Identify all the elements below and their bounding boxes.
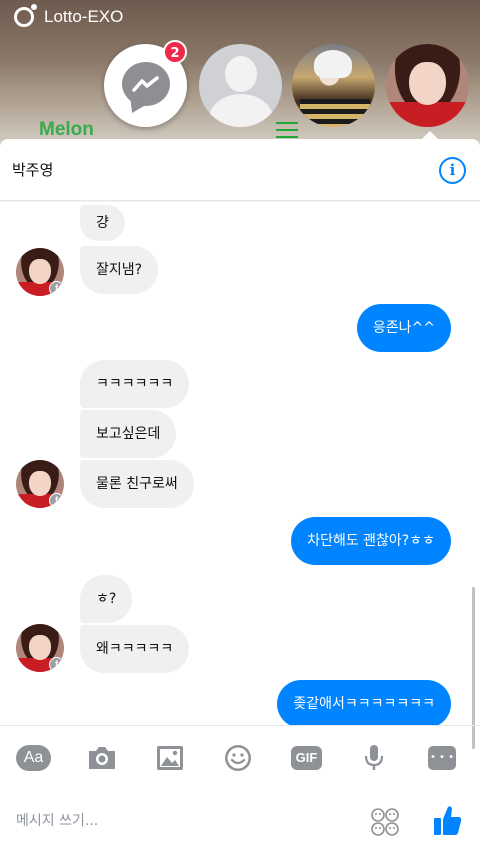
message-bubble-outgoing[interactable]: 좆같애서ㅋㅋㅋㅋㅋㅋㅋ bbox=[277, 680, 451, 725]
camera-icon[interactable] bbox=[85, 742, 119, 774]
contact-avatar: f bbox=[16, 248, 64, 296]
message-input[interactable] bbox=[16, 808, 356, 834]
status-app-name: Lotto-EXO bbox=[44, 7, 124, 26]
status-bar: Lotto-EXO bbox=[0, 0, 480, 34]
sticker-icon[interactable] bbox=[370, 807, 400, 837]
contact-avatar: f bbox=[16, 460, 64, 508]
chat-head-photo[interactable] bbox=[292, 44, 375, 127]
chat-head-default-avatar[interactable] bbox=[199, 44, 282, 127]
chat-head-active-contact[interactable] bbox=[386, 44, 469, 127]
melon-logo: Melon bbox=[39, 119, 94, 140]
message-bubble-incoming[interactable]: ㅋㅋㅋㅋㅋㅋ bbox=[80, 360, 190, 408]
facebook-badge-icon: f bbox=[49, 281, 64, 296]
message-bubble-incoming[interactable]: 걍 bbox=[80, 205, 125, 241]
message-bubble-incoming[interactable]: ㅎ? bbox=[80, 575, 133, 623]
hamburger-menu-icon bbox=[276, 122, 298, 138]
chat-window: 박주영 i 걍 잘지냄? f 응존나^^ ㅋㅋㅋㅋㅋㅋ 보고싶은데 물론 친구로… bbox=[0, 139, 480, 853]
chat-header: 박주영 i bbox=[0, 139, 480, 201]
facebook-badge-icon: f bbox=[49, 493, 64, 508]
more-icon[interactable] bbox=[428, 746, 456, 770]
contact-avatar: f bbox=[16, 624, 64, 672]
info-icon[interactable]: i bbox=[439, 157, 466, 184]
message-bubble-outgoing[interactable]: 응존나^^ bbox=[356, 304, 451, 352]
unread-badge: 2 bbox=[163, 40, 187, 64]
app-notification-icon bbox=[14, 4, 37, 27]
message-bubble-incoming[interactable]: 잘지냄? bbox=[80, 246, 159, 294]
message-bubble-incoming[interactable]: 물론 친구로써 bbox=[80, 460, 194, 508]
thumbs-up-icon[interactable] bbox=[432, 803, 462, 837]
text-style-icon[interactable]: Aa bbox=[16, 745, 51, 771]
gif-icon[interactable]: GIF bbox=[291, 746, 322, 770]
message-list[interactable]: 걍 잘지냄? f 응존나^^ ㅋㅋㅋㅋㅋㅋ 보고싶은데 물론 친구로써 f 차단… bbox=[0, 202, 480, 725]
message-bubble-incoming[interactable]: 왜ㅋㅋㅋㅋㅋ bbox=[80, 625, 190, 673]
emoji-icon[interactable] bbox=[221, 742, 255, 774]
messenger-bolt-icon bbox=[132, 76, 159, 92]
microphone-icon[interactable] bbox=[357, 742, 391, 774]
facebook-badge-icon: f bbox=[49, 657, 64, 672]
contact-name[interactable]: 박주영 bbox=[12, 159, 53, 180]
composer-toolbar: Aa GIF bbox=[0, 725, 480, 788]
composer bbox=[0, 788, 480, 853]
image-icon[interactable] bbox=[153, 742, 187, 774]
message-bubble-outgoing[interactable]: 차단해도 괜찮아?ㅎㅎ bbox=[291, 517, 451, 565]
message-bubble-incoming[interactable]: 보고싶은데 bbox=[80, 410, 177, 458]
